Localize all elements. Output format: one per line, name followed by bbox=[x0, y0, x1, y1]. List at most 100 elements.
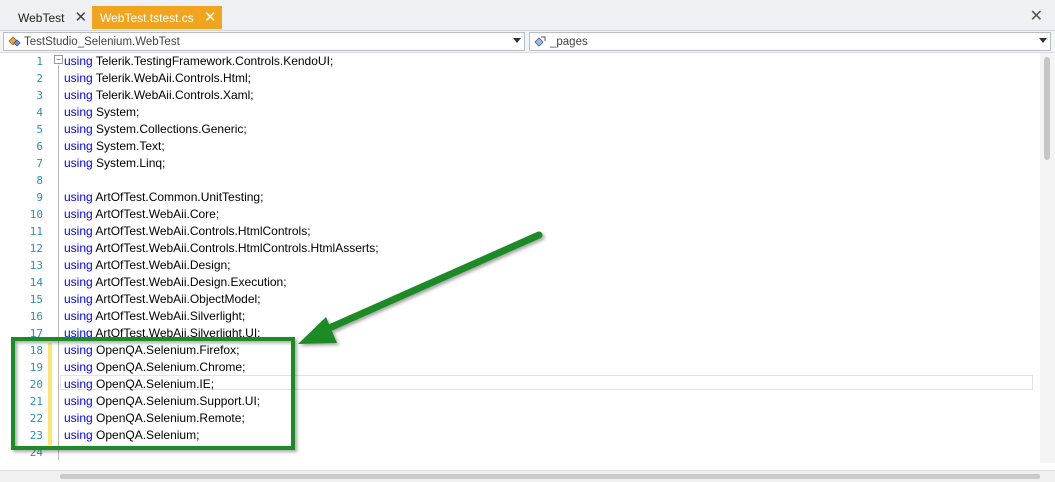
code-line: using System.Linq; bbox=[64, 156, 165, 170]
changed-lines-marker bbox=[48, 343, 52, 445]
code-line: using ArtOfTest.WebAii.Design; bbox=[64, 258, 231, 272]
namespace: ArtOfTest.WebAii.Core; bbox=[95, 207, 220, 221]
namespace: Telerik.WebAii.Controls.Html; bbox=[95, 71, 251, 85]
navigation-bar: TestStudio_Selenium.WebTest _pages bbox=[0, 31, 1055, 53]
line-number-gutter: 1 2 3 4 5 6 7 8 9 10 11 12 13 14 15 16 17 18 19 20 21 22 23 24 bbox=[0, 53, 46, 481]
code-line: using OpenQA.Selenium.IE; bbox=[64, 377, 214, 391]
vertical-scrollbar[interactable] bbox=[1040, 53, 1055, 463]
code-line: using System; bbox=[64, 105, 139, 119]
tab-webtest-tstest-cs[interactable]: WebTest.tstest.cs ✕ bbox=[92, 6, 222, 29]
line-number: 5 bbox=[36, 123, 43, 136]
tab-label: WebTest.tstest.cs bbox=[100, 10, 194, 25]
namespace: System.Collections.Generic; bbox=[96, 122, 247, 136]
class-icon bbox=[8, 36, 21, 47]
namespace: System.Linq; bbox=[96, 156, 166, 170]
line-number: 18 bbox=[29, 344, 43, 357]
namespace: ArtOfTest.WebAii.Controls.HtmlControls; bbox=[95, 224, 311, 238]
line-number: 6 bbox=[36, 140, 43, 153]
namespace: Telerik.WebAii.Controls.Xaml; bbox=[95, 88, 254, 102]
code-line: using ArtOfTest.WebAii.Silverlight; bbox=[64, 309, 245, 323]
chevron-down-icon[interactable] bbox=[513, 38, 521, 43]
keyword: using bbox=[64, 54, 93, 68]
keyword: using bbox=[64, 224, 93, 238]
code-line: using Telerik.TestingFramework.Controls.… bbox=[64, 54, 333, 68]
type-dropdown[interactable]: TestStudio_Selenium.WebTest bbox=[3, 32, 525, 51]
line-number: 4 bbox=[36, 106, 43, 119]
keyword: using bbox=[64, 292, 93, 306]
line-number: 23 bbox=[29, 429, 43, 442]
namespace: OpenQA.Selenium.IE; bbox=[96, 377, 215, 391]
close-icon[interactable]: ✕ bbox=[204, 10, 217, 25]
namespace: System; bbox=[96, 105, 140, 119]
keyword: using bbox=[64, 258, 93, 272]
line-number: 2 bbox=[36, 72, 43, 85]
code-line: using ArtOfTest.WebAii.Core; bbox=[64, 207, 219, 221]
line-number: 17 bbox=[29, 327, 43, 340]
member-dropdown[interactable]: _pages bbox=[529, 32, 1051, 51]
chevron-down-icon[interactable] bbox=[1039, 38, 1047, 43]
code-line: using OpenQA.Selenium.Firefox; bbox=[64, 343, 239, 357]
namespace: Telerik.TestingFramework.Controls.KendoU… bbox=[95, 54, 334, 68]
keyword: using bbox=[64, 326, 93, 340]
tab-label: WebTest bbox=[18, 10, 65, 25]
keyword: using bbox=[64, 122, 93, 136]
code-line: using ArtOfTest.Common.UnitTesting; bbox=[64, 190, 263, 204]
line-number: 15 bbox=[29, 293, 43, 306]
namespace: ArtOfTest.WebAii.ObjectModel; bbox=[95, 292, 261, 306]
line-number: 8 bbox=[36, 174, 43, 187]
keyword: using bbox=[64, 88, 93, 102]
code-line: using OpenQA.Selenium.Support.UI; bbox=[64, 394, 260, 408]
close-icon[interactable]: ✕ bbox=[1030, 6, 1043, 26]
close-icon[interactable]: ✕ bbox=[74, 10, 87, 25]
line-number: 11 bbox=[29, 225, 43, 238]
collapse-outline-icon[interactable]: − bbox=[54, 55, 63, 64]
namespace: ArtOfTest.WebAii.Silverlight; bbox=[95, 309, 246, 323]
line-number: 16 bbox=[29, 310, 43, 323]
horizontal-scrollbar[interactable] bbox=[0, 470, 1055, 482]
keyword: using bbox=[64, 377, 93, 391]
keyword: using bbox=[64, 309, 93, 323]
keyword: using bbox=[64, 394, 93, 408]
line-number: 7 bbox=[36, 157, 43, 170]
document-tab-bar: WebTest ✕ WebTest.tstest.cs ✕ ✕ bbox=[0, 0, 1055, 31]
keyword: using bbox=[64, 139, 93, 153]
namespace: ArtOfTest.WebAii.Design; bbox=[95, 258, 231, 272]
code-line: using Telerik.WebAii.Controls.Xaml; bbox=[64, 88, 254, 102]
namespace: ArtOfTest.WebAii.Silverlight.UI; bbox=[95, 326, 261, 340]
line-number: 21 bbox=[29, 395, 43, 408]
code-line: using System.Collections.Generic; bbox=[64, 122, 247, 136]
code-line: using System.Text; bbox=[64, 139, 165, 153]
code-line: using ArtOfTest.WebAii.Controls.HtmlCont… bbox=[64, 224, 311, 238]
line-number: 19 bbox=[29, 361, 43, 374]
code-line: using OpenQA.Selenium; bbox=[64, 428, 199, 442]
keyword: using bbox=[64, 411, 93, 425]
keyword: using bbox=[64, 207, 93, 221]
code-line: using ArtOfTest.WebAii.Design.Execution; bbox=[64, 275, 287, 289]
namespace: OpenQA.Selenium.Chrome; bbox=[96, 360, 246, 374]
line-number: 14 bbox=[29, 276, 43, 289]
scrollbar-thumb[interactable] bbox=[1044, 57, 1050, 160]
scrollbar-thumb[interactable] bbox=[60, 474, 1040, 479]
tab-webtest[interactable]: WebTest ✕ bbox=[10, 6, 92, 29]
member-dropdown-value: _pages bbox=[550, 35, 588, 48]
keyword: using bbox=[64, 156, 93, 170]
keyword: using bbox=[64, 105, 93, 119]
keyword: using bbox=[64, 343, 93, 357]
keyword: using bbox=[64, 241, 93, 255]
type-dropdown-value: TestStudio_Selenium.WebTest bbox=[24, 35, 180, 48]
code-line: using ArtOfTest.WebAii.Silverlight.UI; bbox=[64, 326, 261, 340]
namespace: OpenQA.Selenium.Firefox; bbox=[96, 343, 240, 357]
code-line: using ArtOfTest.WebAii.Controls.HtmlCont… bbox=[64, 241, 379, 255]
code-editor[interactable]: 1 2 3 4 5 6 7 8 9 10 11 12 13 14 15 16 17 18 19 20 21 22 23 24 … bbox=[0, 53, 1055, 481]
code-line: using OpenQA.Selenium.Chrome; bbox=[64, 360, 245, 374]
namespace: OpenQA.Selenium.Support.UI; bbox=[96, 394, 261, 408]
line-number: 10 bbox=[29, 208, 43, 221]
namespace: ArtOfTest.WebAii.Controls.HtmlControls.H… bbox=[95, 241, 379, 255]
line-number: 3 bbox=[36, 89, 43, 102]
namespace: ArtOfTest.WebAii.Design.Execution; bbox=[95, 275, 287, 289]
namespace: OpenQA.Selenium; bbox=[96, 428, 200, 442]
keyword: using bbox=[64, 71, 93, 85]
namespace: ArtOfTest.Common.UnitTesting; bbox=[95, 190, 264, 204]
line-number: 12 bbox=[29, 242, 43, 255]
line-number: 13 bbox=[29, 259, 43, 272]
